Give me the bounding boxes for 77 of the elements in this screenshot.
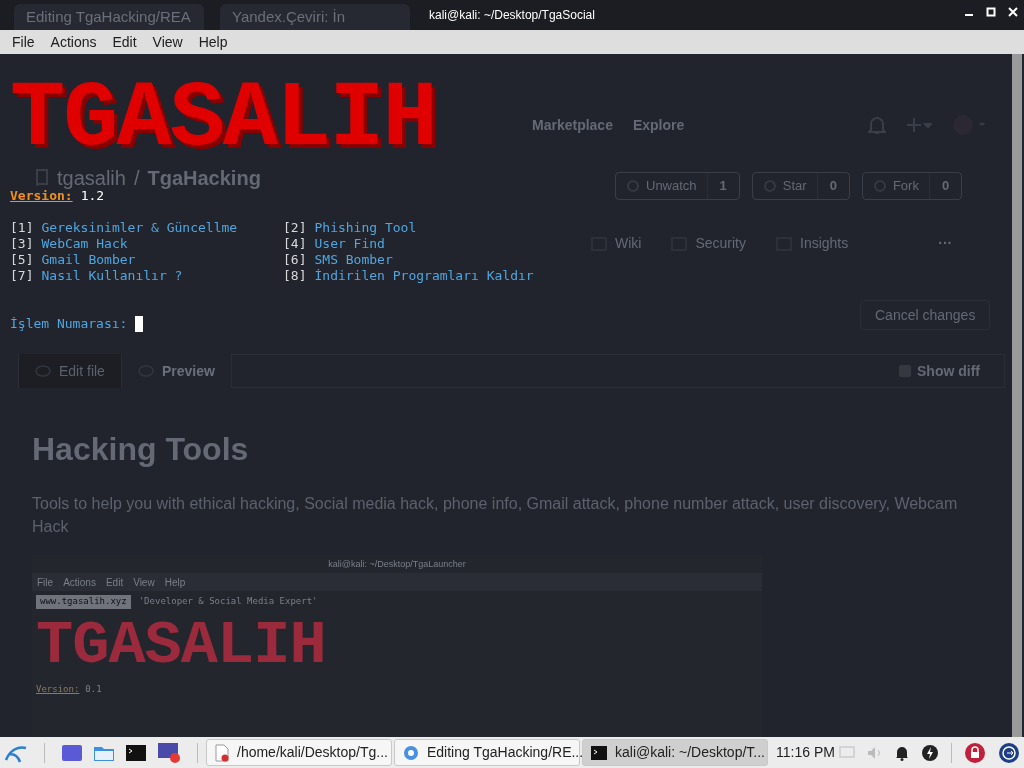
power-icon[interactable] [921,743,939,762]
option-label: User Find [314,236,385,252]
repository-icon [35,168,49,188]
logout-icon[interactable] [998,741,1020,764]
version-value: 1.2 [80,188,105,204]
taskbar-button[interactable]: kali@kali: ~/Desktop/T... [582,739,768,766]
editor-tab[interactable]: Edit file [19,354,122,388]
repo-action-button[interactable]: Fork [862,173,929,199]
browser-tab[interactable]: Editing TgaHacking/REA [14,4,204,30]
screenshot-banner-art: TGASALIH [36,612,327,679]
show-diff-checkbox[interactable]: Show diff [899,360,980,382]
menu-item[interactable]: File [6,31,41,53]
repo-count: 1 [706,173,739,199]
repo-action-icon [872,179,887,193]
taskbar-button[interactable]: /home/kali/Desktop/Tg... [206,739,392,766]
text-cursor[interactable] [135,316,144,332]
option-label: Phishing Tool [314,220,417,236]
menu-item[interactable]: Actions [44,31,103,53]
repo-count: 0 [928,173,962,199]
editor-tab[interactable]: Preview [121,354,232,388]
menu-item[interactable]: Help [192,31,234,53]
nav-link[interactable]: Marketplace [532,115,613,136]
option-number: [7] [10,268,34,284]
option-label: İndirilen Programları Kaldır [314,268,534,284]
repo-name-link[interactable]: TgaHacking [147,168,261,188]
menu-item[interactable]: View [146,31,189,53]
readme-heading: Hacking Tools [32,430,249,469]
repo-action-icon [762,179,777,193]
screen-recorder-icon[interactable] [157,741,181,764]
option-label: WebCam Hack [41,236,128,252]
screenshot-version-value: 0.1 [85,682,102,696]
menu-item[interactable]: Edit [106,31,143,53]
repo-tab[interactable]: Insights [776,233,849,254]
screenshot-tagline: 'Developer & Social Media Expert' [138,595,318,608]
option-number: [6] [283,252,307,268]
readme-paragraph: Tools to help you with ethical hacking, Social media hack, phone info, Gmail attack, phone number attack, user discovery, Webcam Hack [32,494,959,537]
option-number: [1] [10,220,34,236]
repo-count: 0 [816,173,849,199]
cancel-changes-button[interactable]: Cancel changes [860,300,991,330]
screenshot-version-label: Version: [36,682,80,696]
option-label: SMS Bomber [314,252,393,268]
repo-action-button[interactable]: Star [752,173,817,199]
browser-icon [403,744,419,761]
option-number: [8] [283,268,307,284]
prompt-label: İşlem Numarası: [10,316,128,332]
option-label: Gereksinimler & Güncellme [41,220,238,236]
option-number: [2] [283,220,307,236]
option-number: [4] [283,236,307,252]
nav-link[interactable]: Explore [632,115,685,136]
taskbar-button[interactable]: Editing TgaHacking/RE... [394,739,580,766]
option-label: Nasıl Kullanılır ? [41,268,183,284]
banner-art: TGASALIH [10,76,436,164]
bell-icon[interactable] [895,744,909,761]
version-label: Version: [10,188,73,204]
terminal-icon[interactable] [125,742,147,763]
clock[interactable]: 11:16 PM [776,742,835,763]
repo-tab[interactable]: Security [671,233,746,254]
terminal-icon [591,745,607,760]
screenshot-url: www.tgasalih.xyz [36,595,131,609]
repo-action-button[interactable]: Unwatch [616,173,707,199]
file-icon [215,743,229,762]
repo-action-icon [626,179,640,193]
option-number: [3] [10,236,34,252]
option-number: [5] [10,252,34,268]
more-button[interactable]: ··· [938,233,953,254]
screenshot-title: kali@kali: ~/Desktop/TgaLauncher [327,558,467,571]
repo-owner-link[interactable]: tgasalih [57,168,126,188]
close-icon[interactable] [1008,7,1018,17]
maximize-icon[interactable] [986,7,996,17]
scrollbar[interactable] [1012,54,1022,737]
option-label: Gmail Bomber [41,252,136,268]
window-icon[interactable] [61,742,83,763]
window-title: kali@kali: ~/Desktop/TgaSocial [429,7,595,24]
repo-tab[interactable]: Wiki [591,233,642,254]
browser-tab[interactable]: Yandex.Çeviri: İn [220,4,410,30]
path-separator: / [133,168,140,188]
lock-icon[interactable] [964,741,986,764]
